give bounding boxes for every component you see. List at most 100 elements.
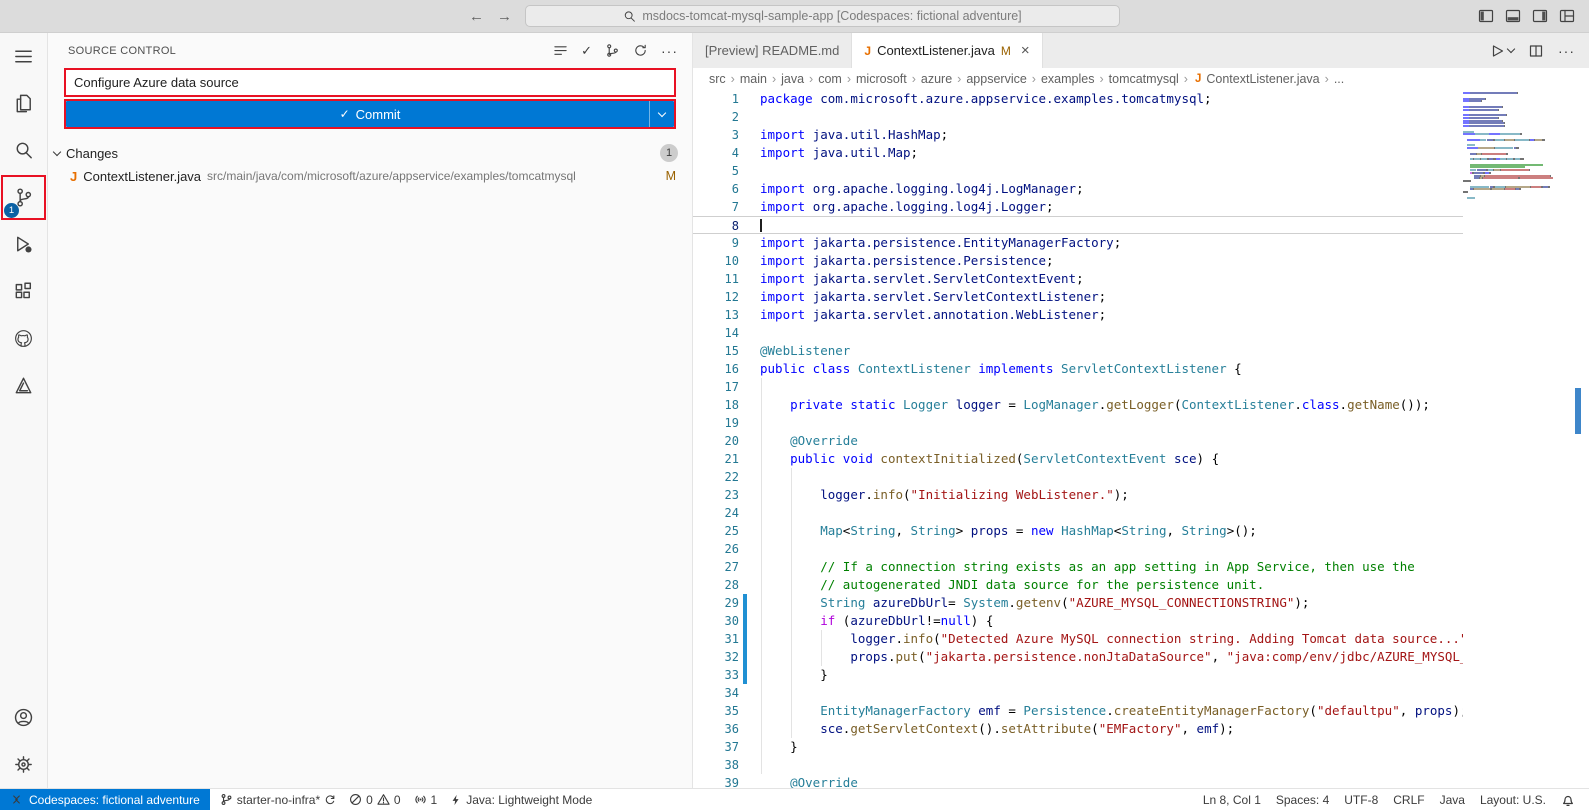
command-center-search[interactable]: msdocs-tomcat-mysql-sample-app [Codespac… xyxy=(525,5,1120,27)
code-line-2[interactable]: 2 xyxy=(693,108,1463,126)
more-actions-icon[interactable]: ··· xyxy=(661,43,678,59)
code-line-14[interactable]: 14 xyxy=(693,324,1463,342)
breadcrumb-item[interactable]: microsoft xyxy=(856,72,907,86)
refresh-icon[interactable] xyxy=(633,43,648,58)
ports-status[interactable]: 1 xyxy=(414,793,438,807)
code-line-18[interactable]: 18 private static Logger logger = LogMan… xyxy=(693,396,1463,414)
code-line-7[interactable]: 7import org.apache.logging.log4j.Logger; xyxy=(693,198,1463,216)
account-button[interactable] xyxy=(0,694,47,741)
breadcrumb-item[interactable]: src xyxy=(709,72,726,86)
language-mode[interactable]: Java xyxy=(1440,793,1465,807)
code-line-26[interactable]: 26 xyxy=(693,540,1463,558)
settings-button[interactable] xyxy=(0,741,47,788)
run-java-button[interactable] xyxy=(1489,43,1514,59)
code-line-34[interactable]: 34 xyxy=(693,684,1463,702)
commit-button[interactable]: ✓ Commit xyxy=(66,101,674,127)
breadcrumb-item[interactable]: examples xyxy=(1041,72,1095,86)
code-line-28[interactable]: 28 // autogenerated JNDI data source for… xyxy=(693,576,1463,594)
code-line-9[interactable]: 9import jakarta.persistence.EntityManage… xyxy=(693,234,1463,252)
code-line-8[interactable]: 8 xyxy=(693,216,1463,234)
code-line-22[interactable]: 22 xyxy=(693,468,1463,486)
code-line-4[interactable]: 4import java.util.Map; xyxy=(693,144,1463,162)
activity-source-control[interactable]: 1 xyxy=(0,174,47,221)
code-line-38[interactable]: 38 xyxy=(693,756,1463,774)
tab-readme-preview[interactable]: [Preview] README.md xyxy=(693,33,852,68)
breadcrumb-item[interactable]: main xyxy=(740,72,767,86)
toggle-secondary-sidebar-icon[interactable] xyxy=(1532,8,1548,24)
toggle-panel-icon[interactable] xyxy=(1505,8,1521,24)
cursor-position[interactable]: Ln 8, Col 1 xyxy=(1203,793,1261,807)
code-line-35[interactable]: 35 EntityManagerFactory emf = Persistenc… xyxy=(693,702,1463,720)
code-line-21[interactable]: 21 public void contextInitialized(Servle… xyxy=(693,450,1463,468)
breadcrumb-item[interactable]: com xyxy=(818,72,842,86)
back-button[interactable]: ← xyxy=(469,8,484,25)
branch-status[interactable]: starter-no-infra* xyxy=(220,793,336,807)
minimap[interactable] xyxy=(1463,90,1575,788)
commit-message-input[interactable] xyxy=(66,70,674,95)
code-line-5[interactable]: 5 xyxy=(693,162,1463,180)
keyboard-layout[interactable]: Layout: U.S. xyxy=(1480,793,1546,807)
code-line-25[interactable]: 25 Map<String, String> props = new HashM… xyxy=(693,522,1463,540)
split-editor-button[interactable] xyxy=(1528,43,1544,59)
activity-search[interactable] xyxy=(0,127,47,174)
code-line-20[interactable]: 20 @Override xyxy=(693,432,1463,450)
breadcrumb-item[interactable]: java xyxy=(781,72,804,86)
code-line-12[interactable]: 12import jakarta.servlet.ServletContextL… xyxy=(693,288,1463,306)
activity-explorer[interactable] xyxy=(0,80,47,127)
code-line-16[interactable]: 16public class ContextListener implement… xyxy=(693,360,1463,378)
code-line-37[interactable]: 37 } xyxy=(693,738,1463,756)
commit-dropdown[interactable] xyxy=(649,101,674,127)
breadcrumb-item[interactable]: ... xyxy=(1334,72,1344,86)
code-line-27[interactable]: 27 // If a connection string exists as a… xyxy=(693,558,1463,576)
indentation[interactable]: Spaces: 4 xyxy=(1276,793,1329,807)
activity-extensions[interactable] xyxy=(0,268,47,315)
code-line-6[interactable]: 6import org.apache.logging.log4j.LogMana… xyxy=(693,180,1463,198)
code-line-31[interactable]: 31 logger.info("Detected Azure MySQL con… xyxy=(693,630,1463,648)
code-line-17[interactable]: 17 xyxy=(693,378,1463,396)
activity-run-debug[interactable] xyxy=(0,221,47,268)
remote-indicator[interactable]: Codespaces: fictional adventure xyxy=(0,789,210,810)
code-line-30[interactable]: 30 if (azureDbUrl!=null) { xyxy=(693,612,1463,630)
code-line-3[interactable]: 3import java.util.HashMap; xyxy=(693,126,1463,144)
scrollbar[interactable] xyxy=(1575,90,1589,788)
breadcrumb-item[interactable]: appservice xyxy=(966,72,1026,86)
view-as-list-icon[interactable] xyxy=(553,43,568,58)
code-line-15[interactable]: 15@WebListener xyxy=(693,342,1463,360)
code-line-32[interactable]: 32 props.put("jakarta.persistence.nonJta… xyxy=(693,648,1463,666)
notifications-bell-icon[interactable] xyxy=(1561,793,1575,807)
line-number: 15 xyxy=(693,342,739,360)
code-editor[interactable]: 1package com.microsoft.azure.appservice.… xyxy=(693,90,1589,788)
code-line-19[interactable]: 19 xyxy=(693,414,1463,432)
changes-section-header[interactable]: Changes 1 xyxy=(48,142,692,164)
code-line-33[interactable]: 33 } xyxy=(693,666,1463,684)
code-line-23[interactable]: 23 logger.info("Initializing WebListener… xyxy=(693,486,1463,504)
code-line-24[interactable]: 24 xyxy=(693,504,1463,522)
breadcrumb-item[interactable]: ContextListener.java xyxy=(1206,72,1319,86)
code-line-10[interactable]: 10import jakarta.persistence.Persistence… xyxy=(693,252,1463,270)
line-content xyxy=(760,217,762,233)
tab-contextlistener[interactable]: J ContextListener.java M × xyxy=(852,33,1042,68)
problems-status[interactable]: 0 0 xyxy=(349,793,400,807)
java-mode-status[interactable]: Java: Lightweight Mode xyxy=(450,793,592,807)
code-line-29[interactable]: 29 String azureDbUrl= System.getenv("AZU… xyxy=(693,594,1463,612)
customize-layout-icon[interactable] xyxy=(1559,8,1575,24)
activity-github[interactable] xyxy=(0,315,47,362)
activity-azure[interactable] xyxy=(0,362,47,409)
changed-file-row[interactable]: J ContextListener.java src/main/java/com… xyxy=(48,164,692,188)
code-line-11[interactable]: 11import jakarta.servlet.ServletContextE… xyxy=(693,270,1463,288)
eol-selector[interactable]: CRLF xyxy=(1393,793,1424,807)
code-line-39[interactable]: 39 @Override xyxy=(693,774,1463,788)
breadcrumb-item[interactable]: azure xyxy=(921,72,952,86)
encoding[interactable]: UTF-8 xyxy=(1344,793,1378,807)
close-tab-icon[interactable]: × xyxy=(1021,42,1030,59)
commit-graph-icon[interactable] xyxy=(605,43,620,58)
menu-button[interactable] xyxy=(0,33,47,80)
editor-more-actions-icon[interactable]: ··· xyxy=(1558,43,1575,59)
commit-check-icon[interactable]: ✓ xyxy=(581,43,592,59)
code-line-36[interactable]: 36 sce.getServletContext().setAttribute(… xyxy=(693,720,1463,738)
code-line-13[interactable]: 13import jakarta.servlet.annotation.WebL… xyxy=(693,306,1463,324)
forward-button[interactable]: → xyxy=(497,8,512,25)
code-line-1[interactable]: 1package com.microsoft.azure.appservice.… xyxy=(693,90,1463,108)
breadcrumb-item[interactable]: tomcatmysql xyxy=(1109,72,1179,86)
toggle-sidebar-icon[interactable] xyxy=(1478,8,1494,24)
